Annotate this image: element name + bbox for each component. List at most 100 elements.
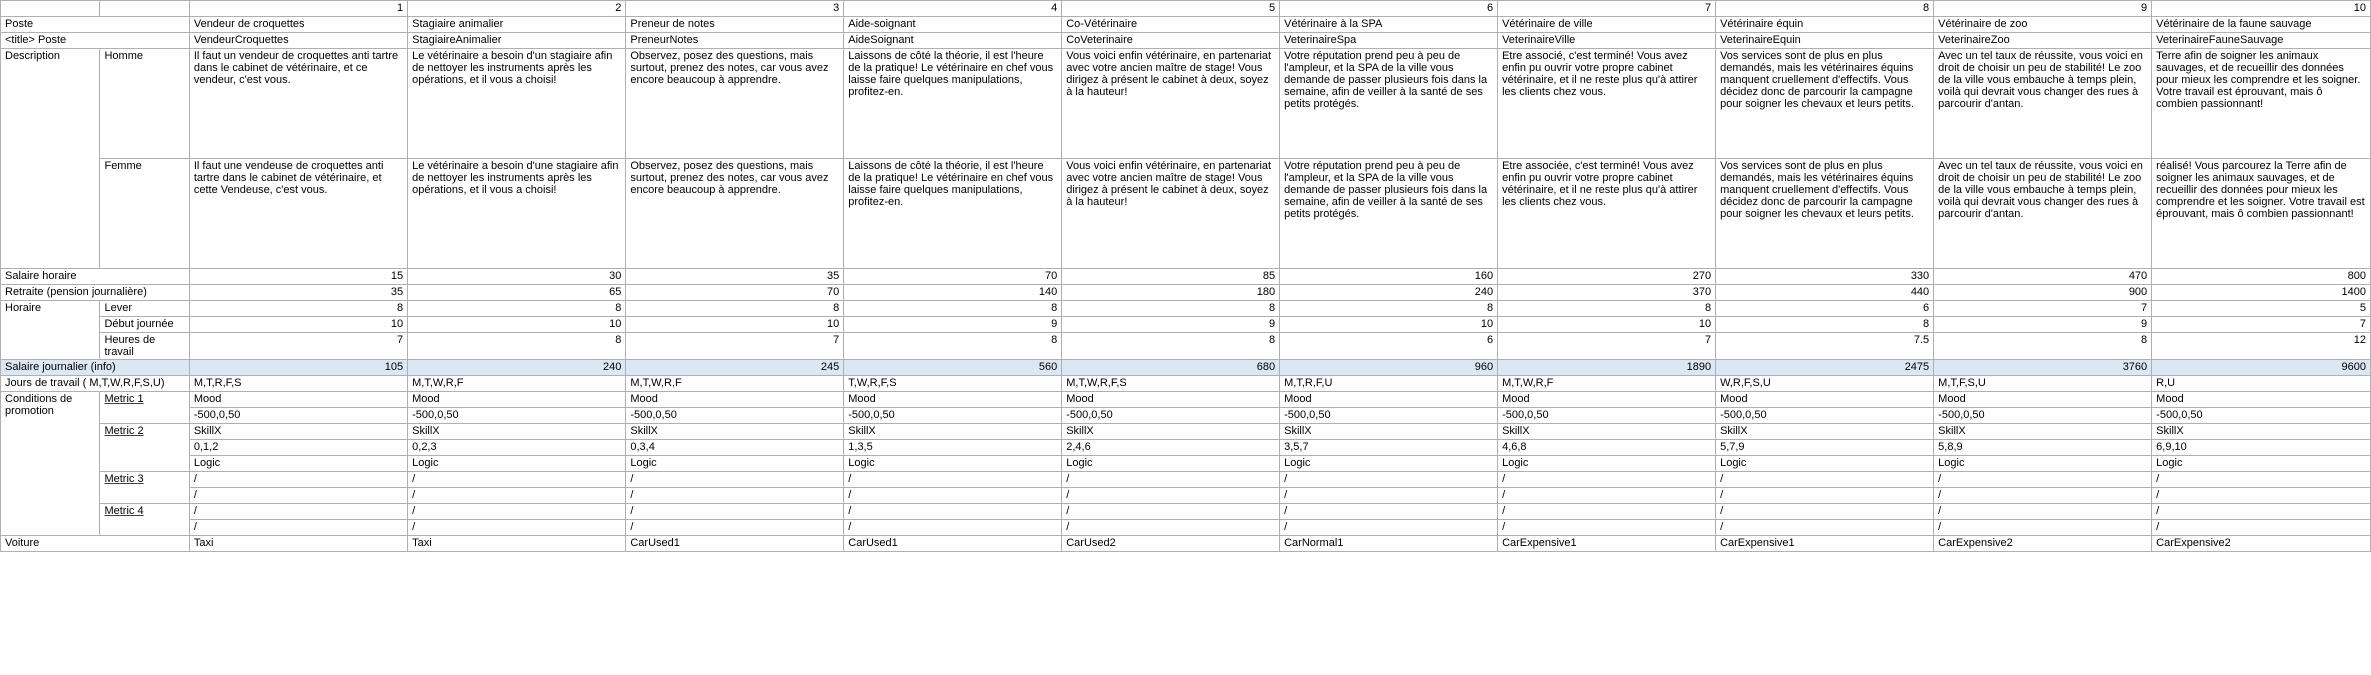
cell-metric[interactable]: /: [626, 488, 844, 504]
cell-salaire-horaire[interactable]: 330: [1716, 269, 1934, 285]
cell-metric[interactable]: Logic: [2152, 456, 2371, 472]
cell-metric[interactable]: Mood: [2152, 392, 2371, 408]
cell-metric[interactable]: Mood: [844, 392, 1062, 408]
cell-desc-homme[interactable]: Observez, posez des questions, mais surt…: [626, 49, 844, 159]
cell-metric[interactable]: -500,0,50: [1062, 408, 1280, 424]
cell-metric[interactable]: Logic: [408, 456, 626, 472]
cell-title-poste[interactable]: CoVeterinaire: [1062, 33, 1280, 49]
cell-metric[interactable]: -500,0,50: [626, 408, 844, 424]
cell-metric[interactable]: SkillX: [1716, 424, 1934, 440]
cell-metric[interactable]: /: [408, 504, 626, 520]
cell-metric[interactable]: 3,5,7: [1280, 440, 1498, 456]
cell-metric[interactable]: /: [844, 488, 1062, 504]
cell-jours[interactable]: M,T,W,R,F: [1498, 376, 1716, 392]
cell-metric[interactable]: Logic: [1280, 456, 1498, 472]
cell-debut[interactable]: 10: [626, 317, 844, 333]
cell-metric[interactable]: /: [1498, 520, 1716, 536]
cell-metric[interactable]: /: [1498, 488, 1716, 504]
cell-lever[interactable]: 5: [2152, 301, 2371, 317]
cell-heures[interactable]: 12: [2152, 333, 2371, 360]
cell-desc-homme[interactable]: Le vétérinaire a besoin d'un stagiaire a…: [408, 49, 626, 159]
cell-heures[interactable]: 8: [844, 333, 1062, 360]
cell-desc-homme[interactable]: Votre réputation prend peu à peu de l'am…: [1280, 49, 1498, 159]
cell-salaire-journalier[interactable]: 1890: [1498, 360, 1716, 376]
cell-metric[interactable]: /: [844, 504, 1062, 520]
cell-poste[interactable]: Vendeur de croquettes: [189, 17, 407, 33]
cell-voiture[interactable]: CarUsed1: [844, 536, 1062, 552]
cell-debut[interactable]: 9: [844, 317, 1062, 333]
cell-title-poste[interactable]: VeterinaireVille: [1498, 33, 1716, 49]
cell-salaire-journalier[interactable]: 3760: [1934, 360, 2152, 376]
cell-metric[interactable]: SkillX: [844, 424, 1062, 440]
cell-metric[interactable]: 4,6,8: [1498, 440, 1716, 456]
cell-metric[interactable]: /: [1062, 488, 1280, 504]
cell-lever[interactable]: 8: [844, 301, 1062, 317]
cell-metric[interactable]: SkillX: [1498, 424, 1716, 440]
cell-metric[interactable]: Mood: [1280, 392, 1498, 408]
cell-metric[interactable]: /: [1716, 472, 1934, 488]
cell-desc-femme[interactable]: Observez, posez des questions, mais surt…: [626, 159, 844, 269]
cell-metric[interactable]: 0,3,4: [626, 440, 844, 456]
cell-metric[interactable]: /: [408, 488, 626, 504]
cell-salaire-horaire[interactable]: 85: [1062, 269, 1280, 285]
cell-heures[interactable]: 7.5: [1716, 333, 1934, 360]
cell-metric[interactable]: /: [1934, 472, 2152, 488]
cell-metric[interactable]: /: [1498, 472, 1716, 488]
cell-metric[interactable]: Mood: [1062, 392, 1280, 408]
cell-voiture[interactable]: CarExpensive2: [2152, 536, 2371, 552]
cell-metric[interactable]: Mood: [1934, 392, 2152, 408]
cell-metric[interactable]: Mood: [626, 392, 844, 408]
cell-retraite[interactable]: 370: [1498, 285, 1716, 301]
cell-voiture[interactable]: Taxi: [408, 536, 626, 552]
cell-metric[interactable]: /: [626, 504, 844, 520]
cell-metric[interactable]: SkillX: [1934, 424, 2152, 440]
cell-metric[interactable]: -500,0,50: [844, 408, 1062, 424]
cell-lever[interactable]: 7: [1934, 301, 2152, 317]
cell-debut[interactable]: 10: [189, 317, 407, 333]
cell-metric[interactable]: SkillX: [626, 424, 844, 440]
cell-debut[interactable]: 7: [2152, 317, 2371, 333]
cell-metric[interactable]: /: [189, 472, 407, 488]
cell-jours[interactable]: M,T,F,S,U: [1934, 376, 2152, 392]
cell-voiture[interactable]: CarExpensive2: [1934, 536, 2152, 552]
cell-desc-femme[interactable]: Le vétérinaire a besoin d'une stagiaire …: [408, 159, 626, 269]
cell-lever[interactable]: 8: [189, 301, 407, 317]
cell-metric[interactable]: /: [1716, 520, 1934, 536]
cell-jours[interactable]: M,T,W,R,F: [408, 376, 626, 392]
cell-desc-homme[interactable]: Avec un tel taux de réussite, vous voici…: [1934, 49, 2152, 159]
cell-metric[interactable]: /: [1280, 488, 1498, 504]
cell-metric[interactable]: /: [1934, 488, 2152, 504]
spreadsheet-table[interactable]: 12345678910PosteVendeur de croquettesSta…: [0, 0, 2371, 552]
cell-voiture[interactable]: CarExpensive1: [1716, 536, 1934, 552]
cell-desc-femme[interactable]: réalisé! Vous parcourez la Terre afin de…: [2152, 159, 2371, 269]
cell-metric[interactable]: -500,0,50: [1498, 408, 1716, 424]
cell-metric[interactable]: SkillX: [1280, 424, 1498, 440]
cell-desc-femme[interactable]: Il faut une vendeuse de croquettes anti …: [189, 159, 407, 269]
cell-title-poste[interactable]: AideSoignant: [844, 33, 1062, 49]
cell-metric[interactable]: /: [1280, 472, 1498, 488]
cell-salaire-horaire[interactable]: 30: [408, 269, 626, 285]
cell-salaire-horaire[interactable]: 470: [1934, 269, 2152, 285]
cell-salaire-journalier[interactable]: 240: [408, 360, 626, 376]
cell-title-poste[interactable]: VeterinaireSpa: [1280, 33, 1498, 49]
cell-salaire-journalier[interactable]: 105: [189, 360, 407, 376]
cell-heures[interactable]: 7: [626, 333, 844, 360]
cell-poste[interactable]: Stagiaire animalier: [408, 17, 626, 33]
cell-title-poste[interactable]: StagiaireAnimalier: [408, 33, 626, 49]
cell-metric[interactable]: /: [1716, 504, 1934, 520]
cell-desc-homme[interactable]: Laissons de côté la théorie, il est l'he…: [844, 49, 1062, 159]
cell-metric[interactable]: /: [844, 520, 1062, 536]
cell-metric[interactable]: Logic: [189, 456, 407, 472]
cell-metric[interactable]: /: [2152, 504, 2371, 520]
cell-metric[interactable]: 1,3,5: [844, 440, 1062, 456]
cell-metric[interactable]: Mood: [1498, 392, 1716, 408]
cell-metric[interactable]: Logic: [844, 456, 1062, 472]
cell-metric[interactable]: Mood: [189, 392, 407, 408]
cell-metric[interactable]: -500,0,50: [1934, 408, 2152, 424]
cell-desc-homme[interactable]: Il faut un vendeur de croquettes anti ta…: [189, 49, 407, 159]
cell-metric[interactable]: Logic: [626, 456, 844, 472]
cell-lever[interactable]: 8: [408, 301, 626, 317]
cell-jours[interactable]: M,T,R,F,S: [189, 376, 407, 392]
cell-metric[interactable]: -500,0,50: [1280, 408, 1498, 424]
cell-lever[interactable]: 6: [1716, 301, 1934, 317]
